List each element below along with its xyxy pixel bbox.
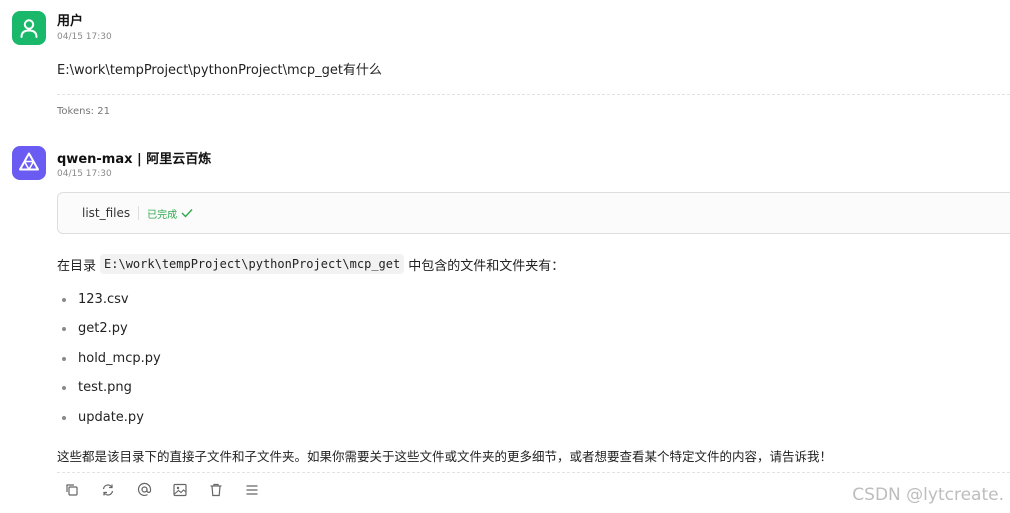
bullet: [62, 356, 66, 361]
ai-timestamp: 04/15 17:30: [57, 169, 112, 179]
file-list-item: 123.csv: [62, 292, 129, 307]
bullet: [62, 415, 66, 420]
image-button[interactable]: [172, 482, 188, 498]
watermark: CSDN @lytcreate.: [852, 485, 1004, 505]
qwen-logo-icon: [19, 152, 39, 171]
token-count: Tokens: 21: [57, 106, 110, 117]
user-icon: [20, 19, 38, 38]
ai-intro-prefix: 在目录: [57, 258, 97, 274]
copy-icon: [66, 484, 78, 496]
bullet: [62, 326, 66, 331]
mention-button[interactable]: [136, 481, 152, 497]
ai-intro-suffix: 中包含的文件和文件夹有：: [408, 258, 565, 274]
file-name: hold_mcp.py: [78, 351, 161, 366]
bullet: [62, 297, 66, 302]
file-name: 123.csv: [78, 292, 129, 307]
more-menu-button[interactable]: [244, 482, 260, 498]
tool-call-status: 已完成: [147, 206, 193, 221]
regenerate-button[interactable]: [100, 482, 116, 498]
tool-call-name: list_files: [82, 206, 131, 220]
delete-icon: [210, 483, 222, 497]
delete-button[interactable]: [208, 482, 224, 498]
user-timestamp: 04/15 17:30: [57, 32, 112, 42]
menu-icon: [246, 485, 258, 495]
user-author-name: 用户: [57, 14, 84, 29]
copy-button[interactable]: [64, 482, 80, 498]
file-name: test.png: [78, 380, 132, 395]
file-name: get2.py: [78, 321, 128, 336]
ai-author-name: qwen-max | 阿里云百炼: [57, 152, 212, 167]
user-avatar: [12, 11, 46, 45]
file-name: update.py: [78, 410, 144, 425]
ai-summary-text: 这些都是该目录下的直接子文件和子文件夹。如果你需要关于这些文件或文件夹的更多细节…: [57, 449, 833, 464]
ai-intro-path: E:\work\tempProject\pythonProject\mcp_ge…: [100, 254, 405, 274]
ai-avatar: [12, 146, 46, 180]
tool-call-card[interactable]: list_files 已完成: [57, 192, 1010, 234]
regenerate-icon: [102, 484, 114, 496]
check-icon: [181, 209, 193, 218]
user-message-divider: [57, 94, 1010, 95]
file-list-item: get2.py: [62, 321, 128, 336]
image-icon: [172, 483, 187, 497]
tool-call-separator: [138, 206, 140, 220]
tool-call-status-text: 已完成: [147, 209, 178, 221]
ai-intro-line: 在目录 E:\work\tempProject\pythonProject\mc…: [57, 254, 564, 274]
ai-message-divider: [57, 472, 1010, 473]
file-list-item: update.py: [62, 410, 144, 425]
mention-icon: [137, 482, 151, 496]
file-list-item: test.png: [62, 380, 132, 395]
file-list-item: hold_mcp.py: [62, 351, 161, 366]
bullet: [62, 385, 66, 390]
user-message-text: E:\work\tempProject\pythonProject\mcp_ge…: [57, 63, 382, 78]
